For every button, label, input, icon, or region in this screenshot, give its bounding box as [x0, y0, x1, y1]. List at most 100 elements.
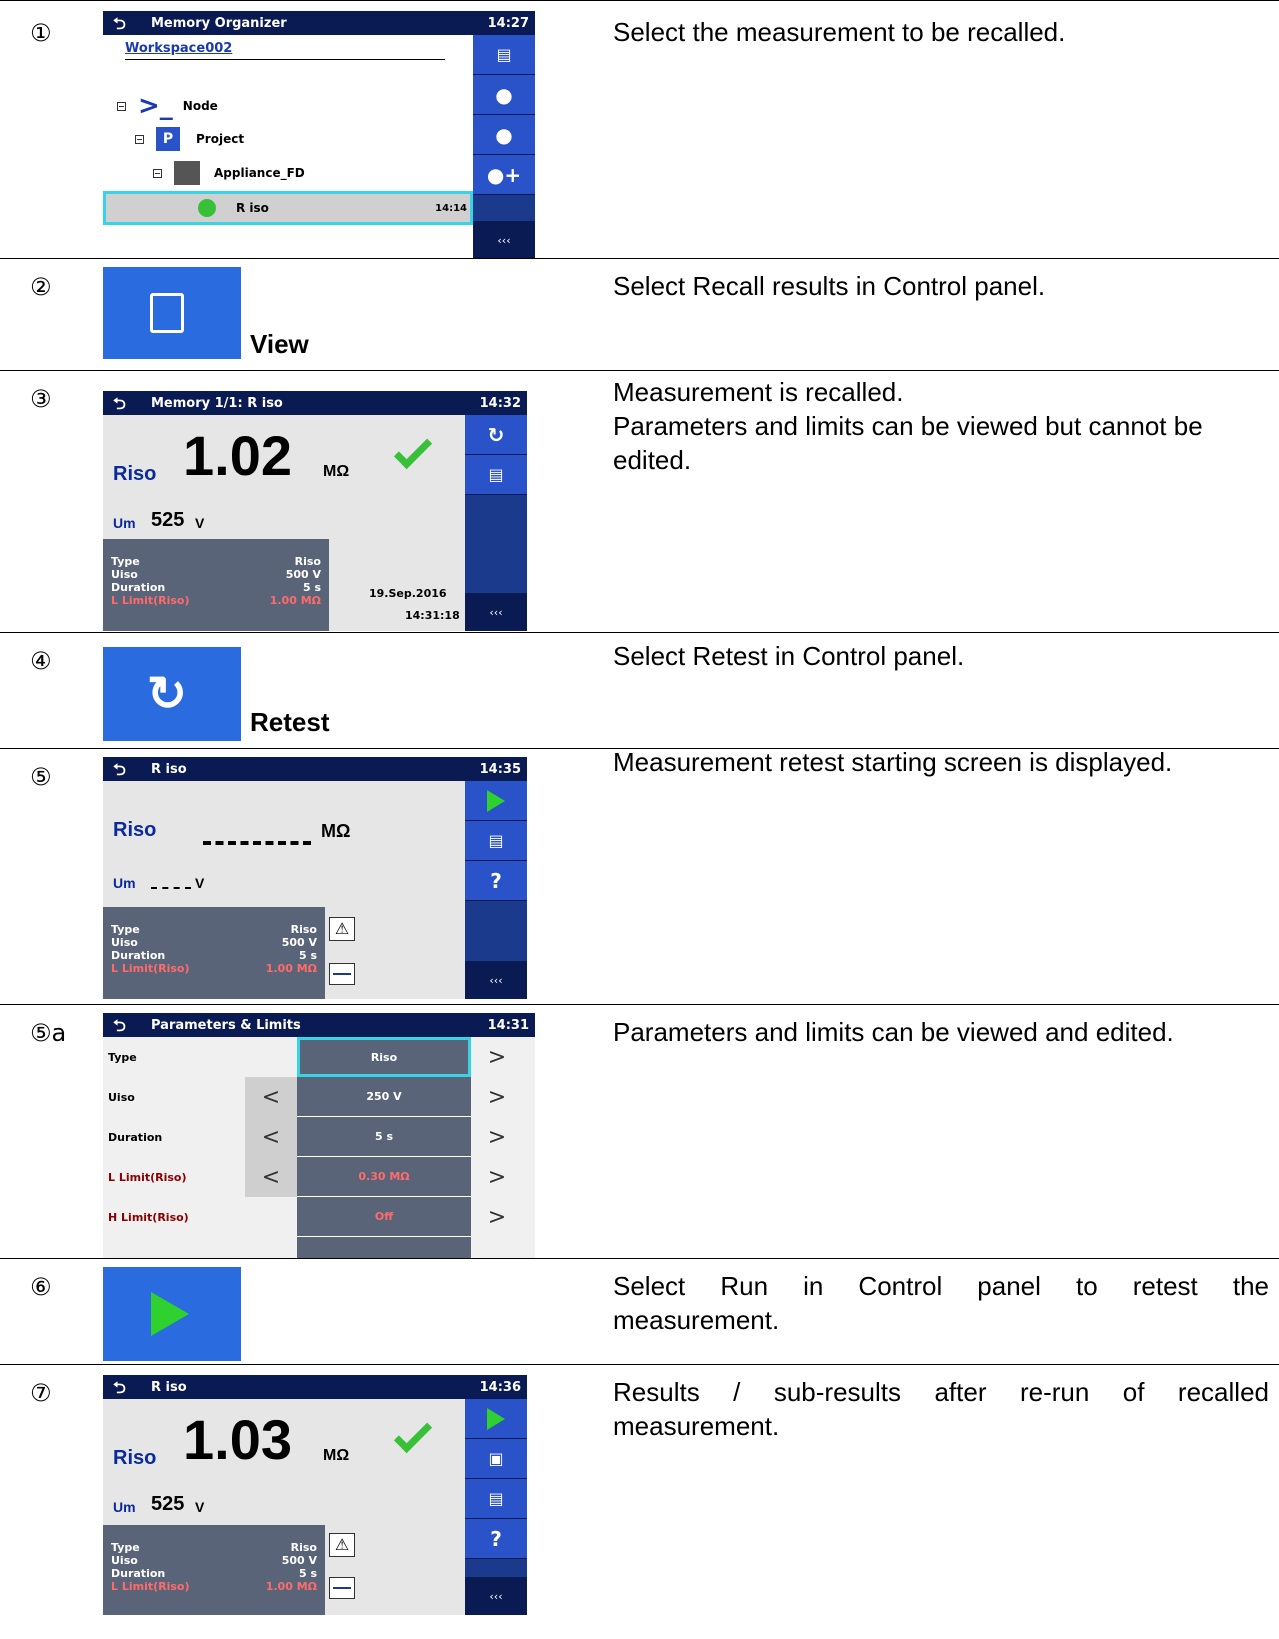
workspace-name[interactable]: Workspace002 [125, 41, 232, 56]
retest-tile[interactable]: ↻ [103, 647, 241, 741]
tree-node[interactable]: >_ Node [117, 91, 218, 121]
parameters-button[interactable]: ▤ [465, 821, 527, 861]
help-button[interactable]: ? [465, 1519, 527, 1559]
retest-start-screen: ⮌ R iso 14:35 Riso MΩ Um V Type Riso Uiso… [103, 757, 527, 999]
back-icon[interactable]: ⮌ [113, 393, 126, 420]
run-tile[interactable] [103, 1267, 241, 1361]
step-description: Select Retest in Control panel. [613, 641, 965, 671]
control-panel: ▤ ● ● ●+ ‹‹‹ [473, 35, 535, 259]
sub-result-value: 525 [151, 509, 185, 531]
connection-icon [329, 1577, 355, 1599]
run-button[interactable] [465, 781, 527, 821]
param-row: L Limit(Riso) 1.00 MΩ [111, 1580, 317, 1593]
sub-result-label: Um [113, 1499, 136, 1515]
sub-result-label: Um [113, 515, 136, 531]
tree-appliance[interactable]: Appliance_FD [153, 161, 305, 185]
more-button[interactable]: ‹‹‹ [465, 1577, 527, 1615]
step-description: Select Recall results in Control panel. [613, 271, 1046, 301]
tree-project[interactable]: P Project [135, 127, 244, 151]
parameters-button[interactable]: ▤ [465, 1479, 527, 1519]
collapse-icon[interactable] [153, 168, 162, 178]
param-name: H Limit(Riso) [108, 1211, 189, 1224]
more-button[interactable]: ‹‹‹ [465, 961, 527, 999]
add-button[interactable]: ●+ [473, 155, 535, 195]
measurement-time: 14:14 [435, 203, 467, 214]
screen-title: Memory 1/1: R iso [151, 396, 283, 411]
more-button[interactable]: ‹‹‹ [473, 221, 535, 259]
list-icon: ▤ [488, 465, 504, 484]
param-row-h-limit[interactable]: H Limit(Riso) Off > [103, 1197, 535, 1237]
main-result-placeholder [203, 841, 311, 845]
description-line: measurement. [613, 1411, 780, 1441]
param-row: Uiso 500 V [111, 1554, 317, 1567]
step-description: Measurement is recalled. Parameters and … [613, 377, 1203, 475]
retest-button[interactable]: ↻ [465, 415, 527, 455]
control-panel: ▣ ▤ ? ‹‹‹ [465, 1399, 527, 1615]
list-icon: ▤ [488, 831, 504, 850]
param-row: Type Riso [111, 923, 317, 936]
project-icon: P [156, 127, 180, 151]
main-result-unit: MΩ [323, 463, 350, 480]
param-value[interactable]: Riso [297, 1037, 471, 1077]
param-row-type[interactable]: Type Riso > [103, 1037, 535, 1077]
help-button[interactable]: ? [465, 861, 527, 901]
param-row-duration[interactable]: Duration < 5 s > [103, 1117, 535, 1157]
param-row-l-limit[interactable]: L Limit(Riso) < 0.30 MΩ > [103, 1157, 535, 1197]
param-value[interactable]: 5 s [297, 1117, 471, 1157]
control-panel: ↻ ▤ ‹‹‹ [465, 415, 527, 631]
run-button[interactable] [465, 1399, 527, 1439]
next-arrow-icon[interactable]: > [471, 1037, 523, 1077]
next-arrow-icon[interactable]: > [471, 1197, 523, 1237]
step-row-6: ⑥ Select Run in Control panel to retest … [0, 1258, 1279, 1364]
clock: 14:32 [479, 396, 521, 411]
param-value[interactable]: 0.30 MΩ [297, 1157, 471, 1197]
step-row-1: ① ⮌ Memory Organizer 14:27 Workspace002 … [0, 0, 1279, 259]
selected-measurement[interactable]: R iso 14:14 [103, 191, 473, 225]
param-row-uiso[interactable]: Uiso < 250 V > [103, 1077, 535, 1117]
step-description: Measurement retest starting screen is di… [613, 747, 1173, 777]
back-icon[interactable]: ⮌ [113, 1377, 126, 1404]
step-number: ⑤a [30, 1019, 67, 1047]
parameters-button[interactable]: ▤ [465, 455, 527, 495]
step-row-2: ② View Select Recall results in Control … [0, 258, 1279, 370]
main-result-unit: MΩ [323, 1447, 350, 1464]
recalled-result-screen: ⮌ Memory 1/1: R iso 14:32 Riso 1.02 MΩ U… [103, 391, 527, 631]
step-number: ⑥ [30, 1273, 52, 1301]
back-icon[interactable]: ⮌ [113, 759, 126, 786]
next-arrow-icon[interactable]: > [471, 1077, 523, 1117]
step-number: ② [30, 273, 52, 301]
view-tile[interactable] [103, 267, 241, 359]
pass-check-icon [393, 1414, 433, 1454]
appliance-icon [174, 161, 200, 185]
status-dot-icon [198, 199, 216, 217]
param-value[interactable]: 250 V [297, 1077, 471, 1117]
retest-result-screen: ⮌ R iso 14:36 Riso 1.03 MΩ Um 525 V Type… [103, 1375, 527, 1615]
parameters-limits-screen: ⮌ Parameters & Limits 14:31 Type Riso > … [103, 1013, 535, 1259]
back-icon[interactable]: ⮌ [113, 13, 126, 40]
collapse-icon[interactable] [117, 101, 126, 111]
param-row: L Limit(Riso) 1.00 MΩ [111, 594, 321, 607]
copy-button[interactable]: ● [473, 115, 535, 155]
help-icon: ? [490, 868, 502, 893]
prev-arrow-icon[interactable]: < [245, 1077, 297, 1117]
next-arrow-icon[interactable]: > [471, 1157, 523, 1197]
parameter-box: Type Riso Uiso 500 V Duration 5 s L Limit(R… [103, 907, 325, 999]
view-button[interactable]: ▤ [473, 35, 535, 75]
collapse-icon[interactable] [135, 134, 144, 144]
node-icon: >_ [138, 91, 173, 121]
step-number: ③ [30, 385, 52, 413]
param-name: Uiso [108, 1091, 135, 1104]
param-value[interactable]: Off [297, 1197, 471, 1237]
next-arrow-icon[interactable]: > [471, 1117, 523, 1157]
more-button[interactable]: ‹‹‹ [465, 593, 527, 631]
connection-icon [329, 963, 355, 985]
title-bar: ⮌ R iso 14:35 [103, 757, 527, 781]
param-row: Type Riso [111, 555, 321, 568]
prev-arrow-icon[interactable]: < [245, 1117, 297, 1157]
title-bar: ⮌ Memory Organizer 14:27 [103, 11, 535, 35]
title-bar: ⮌ Parameters & Limits 14:31 [103, 1013, 535, 1037]
save-button[interactable]: ▣ [465, 1439, 527, 1479]
step-description: Results / sub-results after re-run of re… [613, 1375, 1269, 1443]
move-button[interactable]: ● [473, 75, 535, 115]
prev-arrow-icon[interactable]: < [245, 1157, 297, 1197]
